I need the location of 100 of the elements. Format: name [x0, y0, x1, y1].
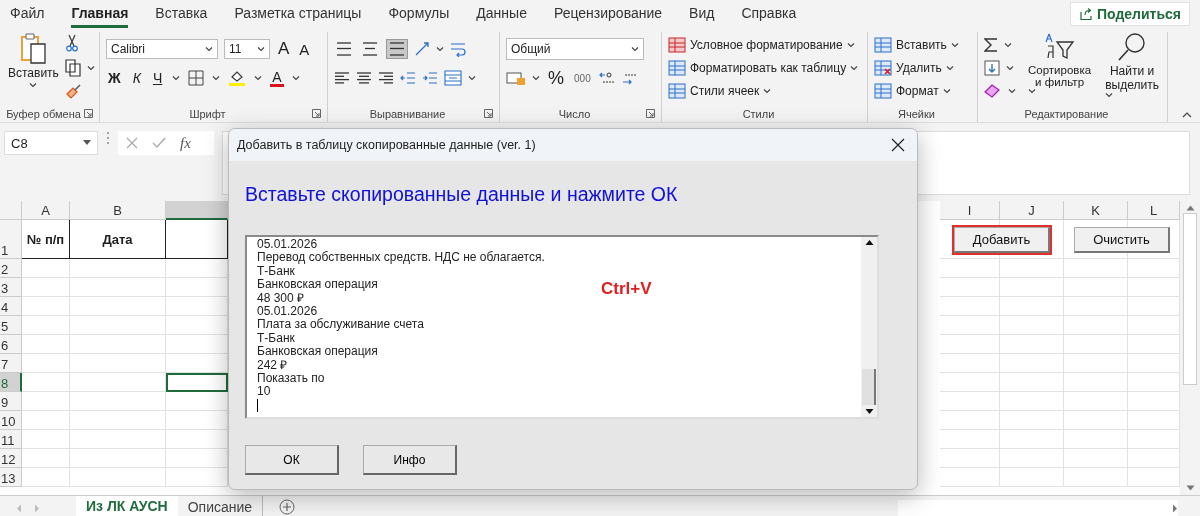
paste-text-area[interactable]: 05.01.2026 Перевод собственных средств. НДС не облагается. Т-Банк Банковская операция 48 300 ₽ 05.01.2026 Плата за обслуживание счета Т-Банк Банковская операция 242 ₽ Показать по 10 Ctrl+V: [245, 235, 879, 419]
orientation-icon[interactable]: [414, 41, 430, 57]
caret-icon[interactable]: [945, 65, 954, 71]
active-cell[interactable]: [166, 373, 228, 392]
sheet-tab[interactable]: Из ЛК АУСН: [76, 496, 178, 516]
insert-function-button[interactable]: fx: [180, 134, 191, 152]
menu-tab[interactable]: Разметка страницы: [234, 0, 362, 28]
vertical-align-button[interactable]: [334, 40, 354, 58]
share-button[interactable]: Поделиться: [1069, 2, 1190, 26]
row-header[interactable]: 1: [0, 220, 22, 259]
caret-icon[interactable]: [436, 46, 444, 52]
row-header[interactable]: 2: [0, 259, 22, 278]
caret-icon[interactable]: [257, 46, 265, 52]
increase-indent-icon[interactable]: [422, 71, 438, 85]
caret-icon[interactable]: [291, 75, 300, 81]
row-header[interactable]: 6: [0, 335, 22, 354]
cells-menu-button[interactable]: Формат: [874, 80, 971, 102]
decrease-indent-icon[interactable]: [400, 71, 416, 85]
caret-icon[interactable]: [942, 88, 951, 94]
find-select-button[interactable]: Найти и выделить: [1103, 32, 1161, 106]
styles-menu-button[interactable]: Стили ячеек: [668, 80, 861, 102]
caret-icon[interactable]: [254, 75, 263, 81]
row-header[interactable]: 10: [0, 411, 22, 430]
menu-tab[interactable]: Файл: [10, 0, 45, 28]
sheet-tab[interactable]: Описание: [177, 496, 264, 516]
sort-filter-button[interactable]: Сортировка и фильтр: [1026, 32, 1094, 106]
eraser-icon[interactable]: [984, 84, 1002, 98]
percent-button[interactable]: %: [546, 67, 566, 89]
scissors-icon[interactable]: [64, 34, 79, 52]
row-header[interactable]: 3: [0, 278, 22, 297]
format-painter-icon[interactable]: [64, 84, 81, 100]
caret-icon[interactable]: [212, 75, 221, 81]
caret-icon[interactable]: [205, 46, 213, 52]
horizontal-scrollbar[interactable]: [898, 500, 1178, 516]
align-left-icon[interactable]: [334, 71, 350, 85]
styles-menu-button[interactable]: Условное форматирование: [668, 34, 861, 56]
column-header[interactable]: I: [940, 201, 1000, 220]
row-header[interactable]: 4: [0, 297, 22, 316]
fill-down-icon[interactable]: [984, 60, 1000, 76]
styles-menu-button[interactable]: Форматировать как таблицу: [668, 57, 861, 79]
row-header[interactable]: 8: [0, 373, 22, 392]
row-header[interactable]: 9: [0, 392, 22, 411]
vertical-align-button[interactable]: [360, 40, 380, 58]
vertical-scrollbar[interactable]: [1180, 201, 1200, 495]
caret-icon[interactable]: [846, 42, 855, 48]
caret-icon[interactable]: [1004, 42, 1012, 48]
wrap-text-icon[interactable]: [450, 41, 466, 57]
dialog-launcher-icon[interactable]: [84, 109, 93, 118]
caret-icon[interactable]: [532, 75, 540, 81]
row-header[interactable]: 11: [0, 430, 22, 449]
menu-tab[interactable]: Вид: [689, 0, 715, 28]
caret-icon[interactable]: [631, 46, 639, 52]
caret-icon[interactable]: [1105, 92, 1114, 98]
vertical-align-button[interactable]: [386, 39, 408, 59]
caret-icon[interactable]: [468, 75, 476, 81]
close-button[interactable]: [889, 136, 907, 154]
add-sheet-icon[interactable]: [279, 499, 296, 515]
column-header[interactable]: K: [1064, 201, 1128, 220]
column-header[interactable]: [166, 201, 228, 220]
caret-icon[interactable]: [1008, 88, 1016, 94]
cells-menu-button[interactable]: Вставить: [874, 34, 971, 56]
column-header[interactable]: A: [22, 201, 70, 220]
underline-button[interactable]: Ч: [150, 70, 165, 86]
name-box[interactable]: C8: [4, 131, 98, 155]
caret-icon[interactable]: [1006, 65, 1014, 71]
check-icon[interactable]: [152, 137, 166, 149]
cells-menu-button[interactable]: Удалить: [874, 57, 971, 79]
menu-tab[interactable]: Справка: [741, 0, 797, 28]
dialog-button[interactable]: Инфо: [363, 445, 457, 475]
column-header[interactable]: J: [1000, 201, 1064, 220]
thousands-separator-button[interactable]: 000: [572, 72, 593, 84]
dialog-launcher-icon[interactable]: [484, 109, 493, 118]
menu-tab[interactable]: Формулы: [388, 0, 450, 28]
collapse-ribbon-icon[interactable]: [1182, 112, 1192, 118]
menu-tab[interactable]: Рецензирование: [553, 0, 663, 28]
text-scrollbar[interactable]: [861, 237, 877, 417]
borders-icon[interactable]: [188, 70, 205, 86]
align-center-icon[interactable]: [356, 71, 372, 85]
column-header[interactable]: L: [1128, 201, 1180, 220]
bold-button[interactable]: Ж: [106, 70, 123, 86]
scrollbar-thumb[interactable]: [862, 369, 876, 405]
font-color-button[interactable]: A: [270, 69, 284, 87]
menu-tab[interactable]: Вставка: [155, 0, 208, 28]
font-size-dropdown[interactable]: 11: [224, 39, 270, 59]
scroll-right-icon[interactable]: [1172, 503, 1178, 513]
row-header[interactable]: 7: [0, 354, 22, 373]
fill-color-icon[interactable]: [228, 69, 247, 87]
row-header[interactable]: 5: [0, 316, 22, 335]
increase-decimal-icon[interactable]: [598, 71, 615, 85]
row-header[interactable]: 12: [0, 449, 22, 468]
font-name-dropdown[interactable]: Calibri: [106, 39, 218, 59]
copy-icon[interactable]: [64, 59, 81, 77]
decrease-font-button[interactable]: A: [297, 40, 312, 58]
decrease-decimal-icon[interactable]: [620, 71, 637, 85]
sheet-button[interactable]: Добавить: [953, 226, 1051, 253]
caret-icon[interactable]: [850, 65, 859, 71]
sum-icon[interactable]: [984, 37, 998, 53]
menu-tab[interactable]: Данные: [476, 0, 527, 28]
dialog-button[interactable]: ОК: [245, 445, 339, 475]
merge-cells-icon[interactable]: [444, 70, 462, 86]
